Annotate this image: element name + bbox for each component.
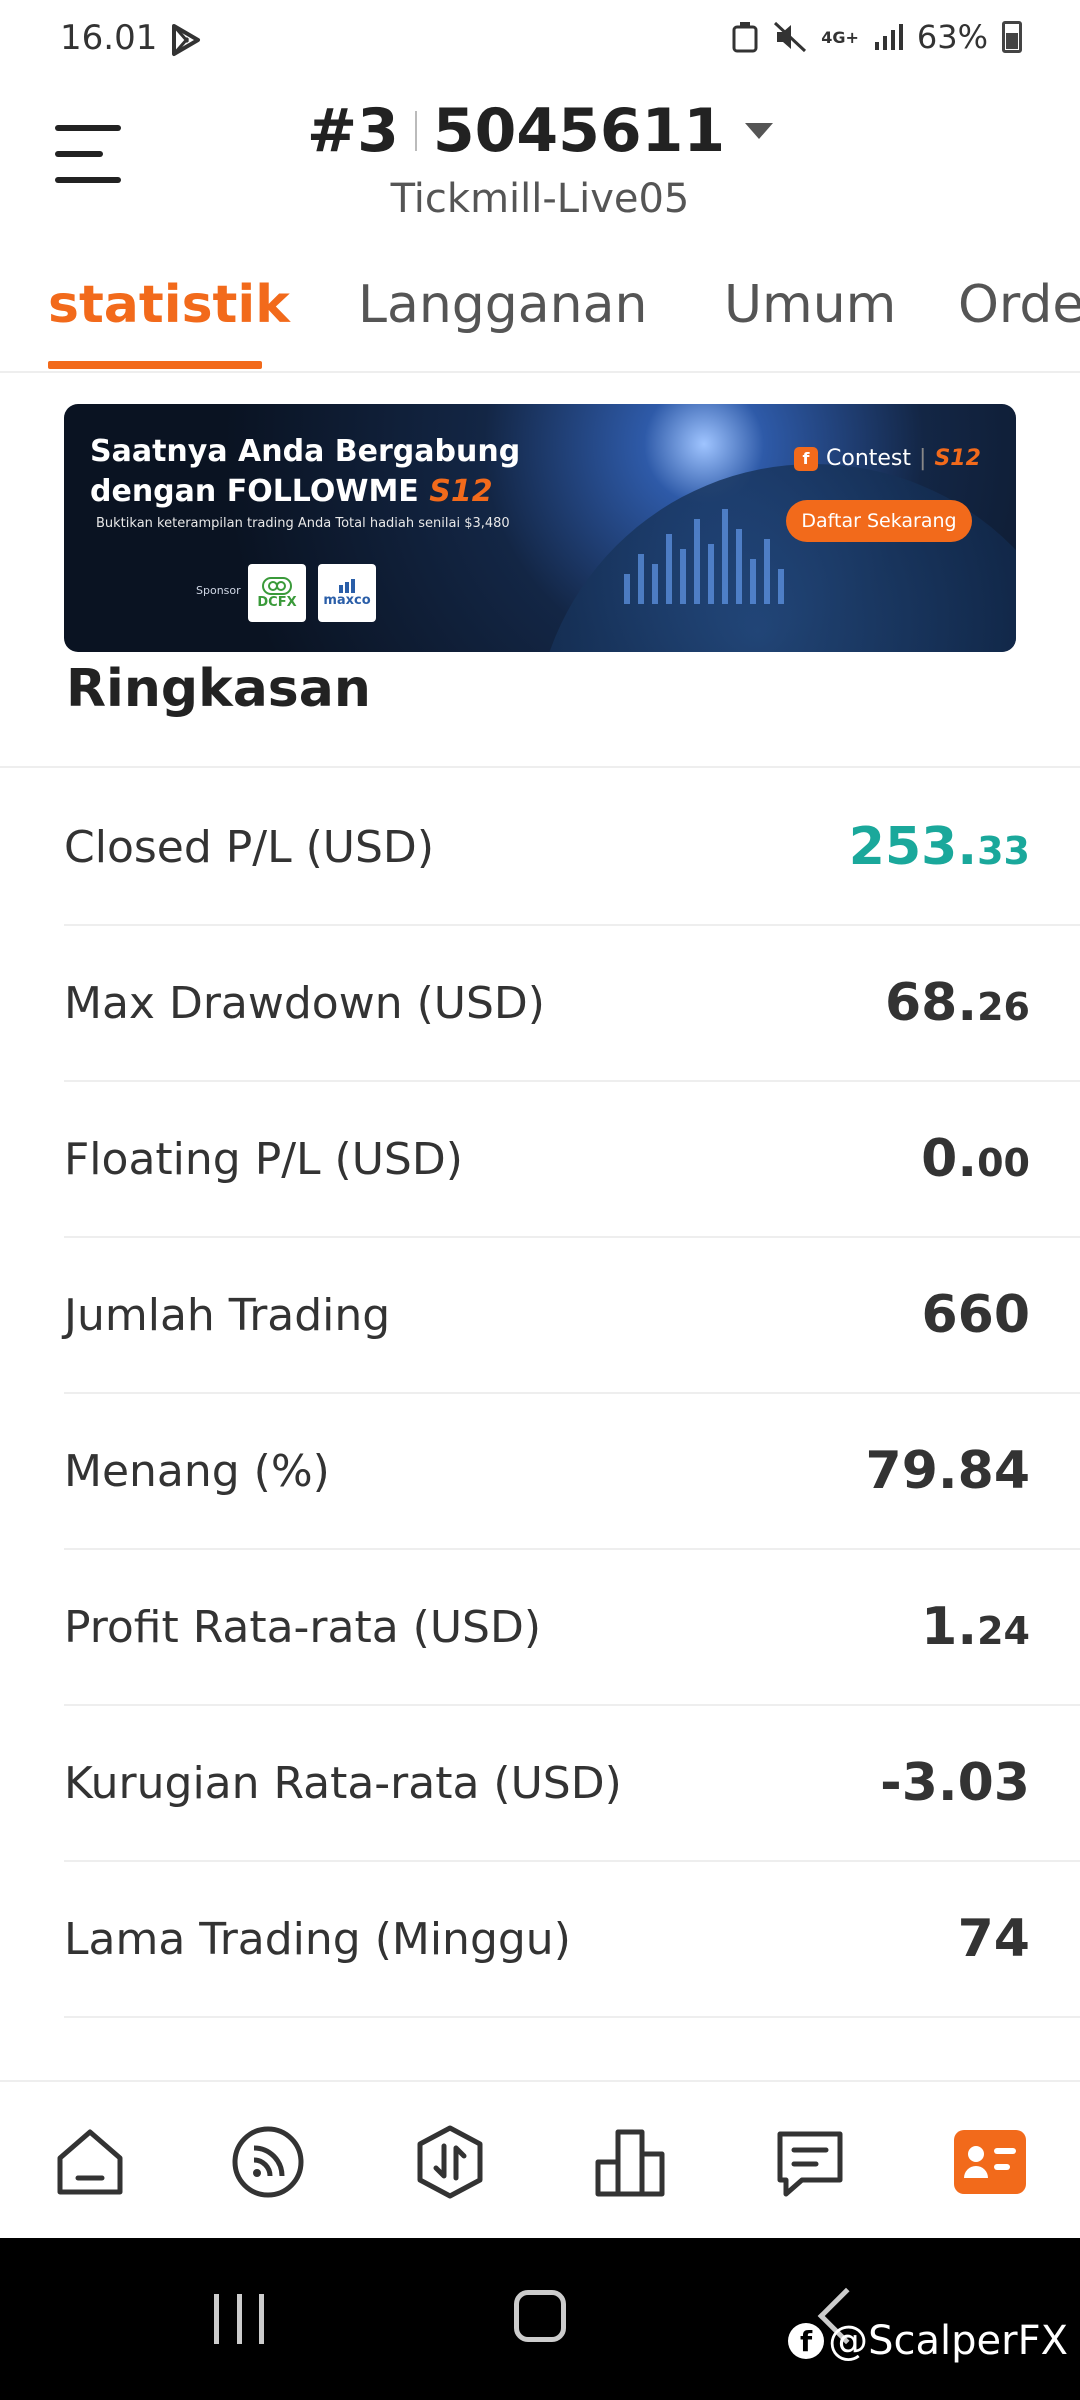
promo-banner[interactable]: Saatnya Anda Bergabung dengan FOLLOWME S…: [64, 404, 1016, 652]
section-title: Ringkasan: [66, 664, 371, 724]
stat-row-max-drawdown: Max Drawdown (USD) 68.26: [64, 926, 1080, 1082]
stat-label: Jumlah Trading: [64, 1289, 391, 1341]
account-number: 5045611: [432, 96, 726, 166]
bottom-navigation: [0, 2080, 1080, 2238]
tab-umum[interactable]: Umum: [724, 275, 896, 335]
banner-title-line2: dengan FOLLOWME S12: [90, 474, 493, 509]
stat-label: Max Drawdown (USD): [64, 977, 545, 1029]
stat-row-floating-pl: Floating P/L (USD) 0.00: [64, 1082, 1080, 1238]
feed-icon[interactable]: [230, 2124, 306, 2200]
home-button-icon[interactable]: [514, 2290, 566, 2342]
stat-label: Closed P/L (USD): [64, 821, 434, 873]
mute-icon: [774, 21, 807, 53]
section-divider: [0, 766, 1080, 768]
watermark-text: @ScalperFX: [828, 2318, 1068, 2364]
contest-badge: S12: [934, 446, 981, 471]
status-bar: 16.01 4G+ 63%: [0, 0, 1080, 80]
stat-label: Profit Rata-rata (USD): [64, 1601, 542, 1653]
stat-value: -3.03: [880, 1753, 1030, 1813]
contest-text: Contest: [826, 446, 912, 471]
caret-down-icon: [745, 123, 774, 139]
server-name: Tickmill-Live05: [390, 176, 690, 222]
section-title-text: Ringkasan: [66, 664, 371, 719]
banner-title-line1: Saatnya Anda Bergabung: [90, 434, 521, 469]
stat-value: 1.24: [921, 1597, 1030, 1657]
account-prefix: #3: [306, 96, 399, 166]
account-selector-row: #3 5045611: [0, 96, 1080, 166]
recycle-icon: [732, 22, 758, 53]
signal-icon: [874, 24, 903, 50]
status-time: 16.01: [60, 18, 158, 58]
register-now-button[interactable]: Daftar Sekarang: [786, 500, 972, 542]
account-selector[interactable]: #3 5045611: [306, 96, 774, 166]
sponsor-dcfx-logo: DCFX: [248, 564, 306, 622]
stat-row-menang: Menang (%) 79.84: [64, 1394, 1080, 1550]
sponsor-label: Sponsor: [196, 584, 241, 597]
banner-subtitle: Buktikan keterampilan trading Anda Total…: [96, 516, 510, 531]
stat-row-kerugian-rata: Kurugian Rata-rata (USD) -3.03: [64, 1706, 1080, 1862]
tab-order[interactable]: Order: [958, 275, 1080, 335]
play-store-icon: [172, 24, 200, 56]
stats-list: Closed P/L (USD) 253.33 Max Drawdown (US…: [64, 770, 1080, 2018]
message-icon[interactable]: [772, 2124, 848, 2200]
tab-langganan[interactable]: Langganan: [358, 275, 647, 335]
trade-icon[interactable]: [412, 2124, 488, 2200]
stat-value: 68.26: [884, 973, 1030, 1033]
stat-label: Lama Trading (Minggu): [64, 1913, 571, 1965]
tab-statistik[interactable]: statistik: [48, 275, 290, 335]
ranking-icon[interactable]: [592, 2124, 668, 2200]
stat-row-profit-rata: Profit Rata-rata (USD) 1.24: [64, 1550, 1080, 1706]
banner-title-text: dengan FOLLOWME: [90, 474, 419, 509]
battery-icon: [1002, 21, 1022, 53]
app-header: #3 5045611 Tickmill-Live05: [0, 80, 1080, 240]
contest-label: f Contest | S12: [794, 446, 981, 471]
stat-label: Floating P/L (USD): [64, 1133, 463, 1185]
watermark: f @ScalperFX: [788, 2318, 1068, 2364]
network-type: 4G+: [821, 27, 859, 47]
stat-value: 660: [921, 1285, 1030, 1345]
stat-row-jumlah-trading: Jumlah Trading 660: [64, 1238, 1080, 1394]
stat-row-lama-trading: Lama Trading (Minggu) 74: [64, 1862, 1080, 2018]
battery-percent: 63%: [916, 18, 988, 56]
profile-card-icon[interactable]: [952, 2124, 1028, 2200]
sponsor-dcfx-text: DCFX: [257, 594, 297, 610]
home-icon[interactable]: [52, 2124, 128, 2200]
stat-value: 0.00: [921, 1129, 1030, 1189]
followme-logo-icon: f: [794, 446, 818, 471]
banner-title-badge: S12: [429, 474, 493, 509]
stat-row-closed-pl: Closed P/L (USD) 253.33: [64, 770, 1080, 926]
recent-apps-icon[interactable]: [214, 2294, 264, 2344]
active-tab-indicator: [48, 361, 262, 369]
facebook-icon: f: [788, 2323, 825, 2359]
account-separator: [414, 111, 417, 151]
status-icons: 4G+ 63%: [731, 18, 1022, 56]
system-navigation-bar: f @ScalperFX: [0, 2238, 1080, 2400]
stat-label: Menang (%): [64, 1445, 330, 1497]
stat-value: 253.33: [848, 817, 1030, 877]
sponsor-maxco-logo: maxco: [318, 564, 376, 622]
stat-value: 74: [957, 1909, 1030, 1969]
tab-bar: statistik Langganan Umum Order: [0, 265, 1080, 373]
sponsor-maxco-text: maxco: [323, 592, 371, 608]
stat-value: 79.84: [865, 1441, 1030, 1501]
stat-label: Kurugian Rata-rata (USD): [64, 1757, 622, 1809]
